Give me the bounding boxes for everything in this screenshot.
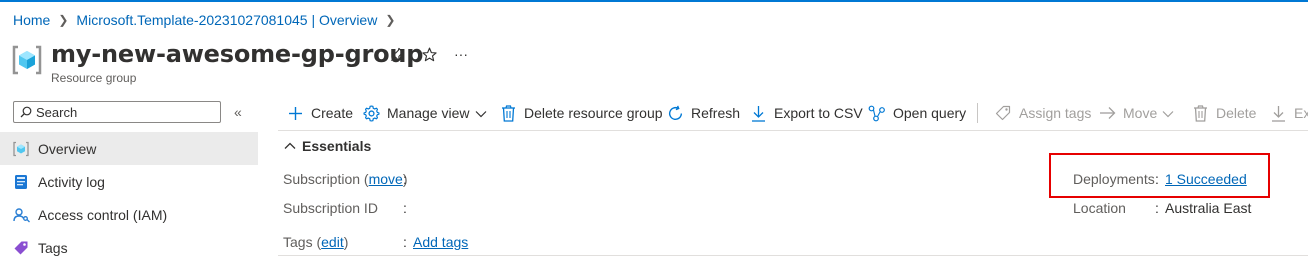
iam-icon [12,206,30,224]
download-icon [1269,104,1287,122]
add-tags-link[interactable]: Add tags [413,234,468,250]
open-query-label: Open query [893,105,967,121]
collapse-sidebar-icon[interactable]: « [234,104,242,120]
toolbar-divider-line [278,130,1308,131]
top-accent-line [0,0,1308,2]
essentials-bottom-line [278,255,1308,256]
plus-icon [286,104,304,122]
location-label: Location [1073,200,1126,216]
toolbar-divider [977,103,978,123]
sidebar-item-activity-log[interactable]: Activity log [0,165,258,198]
sidebar-item-label: Access control (IAM) [38,206,168,223]
chevron-right-icon: ❯ [58,13,69,27]
delete-resource-group-button[interactable]: Delete resource group [499,102,663,124]
colon: : [403,200,407,216]
sidebar-item-overview[interactable]: Overview [0,132,258,165]
page-subtitle: Resource group [51,71,137,85]
subscription-move-link[interactable]: move [369,171,403,187]
colon: : [403,171,407,187]
trash-icon [499,104,517,122]
essentials-toggle[interactable]: Essentials [284,138,371,154]
breadcrumb-home[interactable]: Home [13,12,50,28]
gear-icon [362,104,380,122]
tag-icon [12,239,30,257]
create-label: Create [311,105,354,121]
export-template-label: Exp [1294,105,1308,121]
tags-edit-link[interactable]: edit [321,234,344,250]
search-icon [20,106,32,118]
manage-view-button[interactable]: Manage view [362,102,487,124]
more-options-icon[interactable]: ··· [452,45,470,63]
breadcrumb-deployment[interactable]: Microsoft.Template-20231027081045 | Over… [76,12,377,28]
subscription-id-label: Subscription ID [283,200,378,216]
chevron-up-icon [284,142,296,149]
refresh-icon [666,104,684,122]
delete-resource-group-label: Delete resource group [524,105,663,121]
location-value: Australia East [1165,200,1252,216]
resource-group-icon [12,45,42,75]
sidebar-item-label: Activity log [38,173,105,190]
move-button[interactable]: Move [1098,102,1174,124]
colon: : [403,234,407,250]
breadcrumb: Home ❯ Microsoft.Template-20231027081045… [13,12,403,28]
deployments-highlight-box [1049,153,1270,198]
assign-tags-button[interactable]: Assign tags [994,102,1091,124]
tags-label: Tags (edit) [283,234,349,250]
tag-icon [994,104,1012,122]
assign-tags-label: Assign tags [1019,105,1092,121]
sidebar-item-label: Tags [38,239,68,256]
chevron-down-icon [475,105,487,121]
sidebar-item-iam[interactable]: Access control (IAM) [0,198,258,231]
essentials-heading: Essentials [302,138,372,154]
query-graph-icon [868,104,886,122]
download-icon [749,104,767,122]
page-title: my-new-awesome-gp-group [51,40,424,68]
refresh-label: Refresh [691,105,741,121]
subscription-label: Subscription (move) [283,171,408,187]
export-csv-label: Export to CSV [774,105,863,121]
move-label: Move [1123,105,1158,121]
arrow-right-icon [1098,104,1116,122]
create-button[interactable]: Create [286,102,353,124]
export-template-button[interactable]: Exp [1269,102,1308,124]
refresh-button[interactable]: Refresh [666,102,740,124]
open-query-button[interactable]: Open query [868,102,966,124]
manage-view-label: Manage view [387,105,470,121]
search-input[interactable] [36,104,206,120]
chevron-right-icon: ❯ [385,13,396,27]
trash-icon [1191,104,1209,122]
colon: : [1155,200,1159,216]
activity-log-icon [12,173,30,191]
export-csv-button[interactable]: Export to CSV [749,102,863,124]
sidebar-item-label: Overview [38,140,97,157]
chevron-down-icon [1162,105,1174,121]
delete-label: Delete [1216,105,1257,121]
sidebar-search-box[interactable] [13,101,221,123]
pin-icon[interactable] [388,45,406,63]
resource-group-icon [12,140,30,158]
delete-button[interactable]: Delete [1191,102,1256,124]
sidebar-item-tags[interactable]: Tags [0,231,258,264]
favorite-star-icon[interactable] [420,45,438,63]
